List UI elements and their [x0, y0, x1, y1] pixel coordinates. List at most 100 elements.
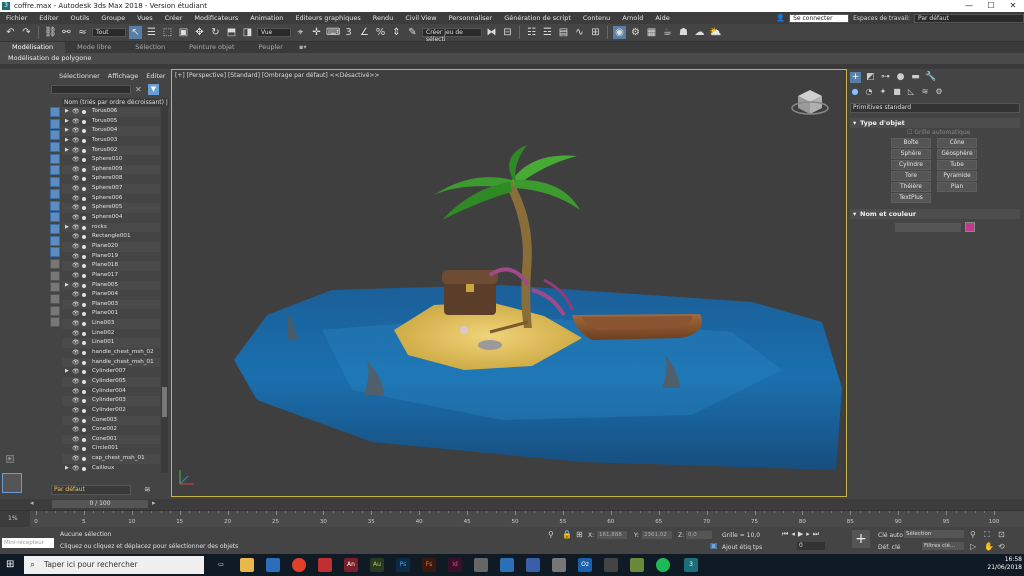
display-groups-icon[interactable] — [50, 177, 60, 188]
visibility-eye-icon[interactable]: 👁 — [72, 406, 80, 416]
explorer-row[interactable]: 👁 Sphere010 — [62, 155, 160, 165]
track-bar[interactable]: 1% 0 5 10 15 20 25 30 35 40 45 50 55 60 65 70 75 80 85 90 9… — [0, 510, 1024, 528]
photoshop-icon[interactable]: Ps — [396, 558, 410, 572]
freeze-dot-icon[interactable] — [82, 312, 86, 317]
explorer-row[interactable]: 👁 cap_chest_msh_01 — [62, 454, 160, 464]
explorer-search-input[interactable] — [51, 85, 131, 94]
explorer-row[interactable]: 👁 Plane017 — [62, 271, 160, 281]
time-slider[interactable]: 0 / 100 — [52, 500, 148, 508]
explorer-tab-edit[interactable]: Editer — [143, 72, 168, 82]
system-tray[interactable]: 16:58 21/06/2018 — [987, 556, 1022, 572]
menu-groupe[interactable]: Groupe — [95, 14, 131, 22]
add-time-tag[interactable]: Ajout étiq tps — [722, 544, 762, 551]
visibility-eye-icon[interactable]: 👁 — [72, 425, 80, 435]
app-icon-generic[interactable] — [474, 558, 488, 572]
window-crossing-icon[interactable]: ▣ — [177, 26, 190, 39]
selection-filter-dropdown[interactable]: Tout — [92, 28, 126, 37]
signin-dropdown[interactable]: Se connecter — [789, 13, 850, 23]
explorer-row[interactable]: ▶ 👁 Torus002 — [62, 145, 160, 156]
perspective-viewport[interactable]: [+] [Perspective] [Standard] [Ombrage pa… — [171, 69, 847, 497]
undo-icon[interactable]: ↶ — [4, 26, 17, 39]
visibility-eye-icon[interactable]: 👁 — [72, 136, 80, 146]
bind-spacewarp-icon[interactable]: ≈ — [76, 26, 89, 39]
pan-icon[interactable]: ✋ — [984, 542, 994, 551]
explorer-row[interactable]: ▶ 👁 Cailloux — [62, 464, 160, 473]
freeze-dot-icon[interactable] — [82, 466, 86, 471]
app-icon-dark[interactable] — [604, 558, 618, 572]
select-object-icon[interactable]: ↖ — [129, 26, 142, 39]
systems-icon[interactable]: ⚙ — [934, 87, 944, 97]
display-xrefs-icon[interactable] — [50, 188, 60, 199]
visibility-eye-icon[interactable]: 👁 — [72, 435, 80, 445]
visibility-eye-icon[interactable]: 👁 — [72, 174, 80, 184]
visibility-eye-icon[interactable]: 👁 — [72, 117, 80, 127]
go-to-end-icon[interactable]: ⏭ — [813, 530, 822, 538]
explorer-row[interactable]: ▶ 👁 rocks — [62, 222, 160, 233]
indesign-icon[interactable]: Id — [448, 558, 462, 572]
display-helpers-icon[interactable] — [50, 153, 60, 164]
viewport-layout-icon[interactable] — [2, 473, 22, 493]
select-by-name-icon[interactable]: ☰ — [145, 26, 158, 39]
freeze-dot-icon[interactable] — [82, 129, 86, 134]
display-shapes-icon[interactable] — [50, 118, 60, 129]
windows-start-icon[interactable]: ⊞ — [6, 559, 17, 570]
explorer-row[interactable]: ▶ 👁 Torus004 — [62, 126, 160, 136]
visibility-eye-icon[interactable]: 👁 — [72, 107, 80, 117]
name-color-rollout[interactable]: Nom et couleur — [850, 209, 1020, 219]
facebook-icon[interactable] — [526, 558, 540, 572]
explorer-tab-select[interactable]: Sélectionner — [56, 72, 103, 82]
render-cloud-icon[interactable]: ☁ — [693, 26, 706, 39]
set-key-icon[interactable]: + — [852, 530, 870, 548]
auto-key-button[interactable]: Clé auto — [878, 532, 903, 539]
menu-editer[interactable]: Editer — [33, 14, 64, 22]
orbit-icon[interactable]: ⟲ — [998, 542, 1005, 551]
visibility-eye-icon[interactable]: 👁 — [72, 194, 80, 204]
maximize-icon[interactable]: ☐ — [980, 0, 1002, 12]
toggle-ribbon-icon[interactable]: ▤ — [557, 26, 570, 39]
render-setup-icon[interactable]: ⚙ — [629, 26, 642, 39]
percent-snap-icon[interactable]: % — [374, 26, 387, 39]
visibility-eye-icon[interactable]: 👁 — [72, 300, 80, 310]
scene-explorer-icon[interactable]: ☷ — [525, 26, 538, 39]
sphere-button[interactable]: Sphère — [891, 149, 931, 159]
go-to-start-icon[interactable]: ⏮ — [782, 530, 791, 538]
explorer-column-header[interactable]: Nom (triés par ordre décroissant) | Ge — [62, 98, 169, 107]
audition-icon[interactable]: Au — [370, 558, 384, 572]
freeze-dot-icon[interactable] — [82, 110, 86, 114]
explorer-row[interactable]: 👁 Cone003 — [62, 415, 160, 426]
viewport-label[interactable]: [+] [Perspective] [Standard] [Ombrage pa… — [175, 72, 379, 79]
torus-button[interactable]: Tore — [891, 171, 931, 181]
move-icon[interactable]: ✥ — [193, 26, 206, 39]
select-manipulate-icon[interactable]: ✛ — [310, 26, 323, 39]
explorer-scrollbar[interactable] — [161, 107, 168, 473]
freeze-dot-icon[interactable] — [82, 389, 86, 394]
filter-icon[interactable]: ▼ — [148, 84, 159, 95]
visibility-eye-icon[interactable]: 👁 — [72, 242, 80, 252]
z-coord-field[interactable]: 0,0 — [686, 531, 712, 539]
freeze-dot-icon[interactable] — [82, 437, 86, 442]
track-bar-toggle[interactable]: 1% — [0, 511, 30, 528]
display-lights-icon[interactable] — [50, 130, 60, 141]
freeze-dot-icon[interactable] — [82, 119, 86, 124]
render-production-icon[interactable]: ☕ — [661, 26, 674, 39]
time-tag-icon[interactable]: ▣ — [710, 541, 718, 550]
freeze-dot-icon[interactable] — [82, 196, 86, 201]
freeze-dot-icon[interactable] — [82, 293, 86, 298]
tube-button[interactable]: Tube — [937, 160, 977, 170]
redo-icon[interactable]: ↷ — [20, 26, 33, 39]
display-cameras-icon[interactable] — [50, 142, 60, 153]
lights-icon[interactable]: ✦ — [878, 87, 888, 97]
display-spacewarps-icon[interactable] — [50, 165, 60, 176]
y-coord-field[interactable]: 2361,02 — [642, 531, 672, 539]
textplus-button[interactable]: TextPlus — [891, 193, 931, 203]
menu-vues[interactable]: Vues — [131, 14, 159, 22]
visibility-eye-icon[interactable]: 👁 — [72, 232, 80, 242]
reference-coord-dropdown[interactable]: Vue — [257, 28, 291, 37]
visibility-eye-icon[interactable]: 👁 — [72, 329, 80, 339]
object-name-input[interactable] — [895, 223, 961, 232]
explorer-row[interactable]: 👁 Plane019 — [62, 252, 160, 262]
expand-arrow-icon[interactable]: ▶ — [65, 281, 69, 291]
freeze-dot-icon[interactable] — [82, 244, 86, 249]
explorer-row[interactable]: 👁 Plane004 — [62, 290, 160, 300]
chrome-icon[interactable] — [292, 558, 306, 572]
